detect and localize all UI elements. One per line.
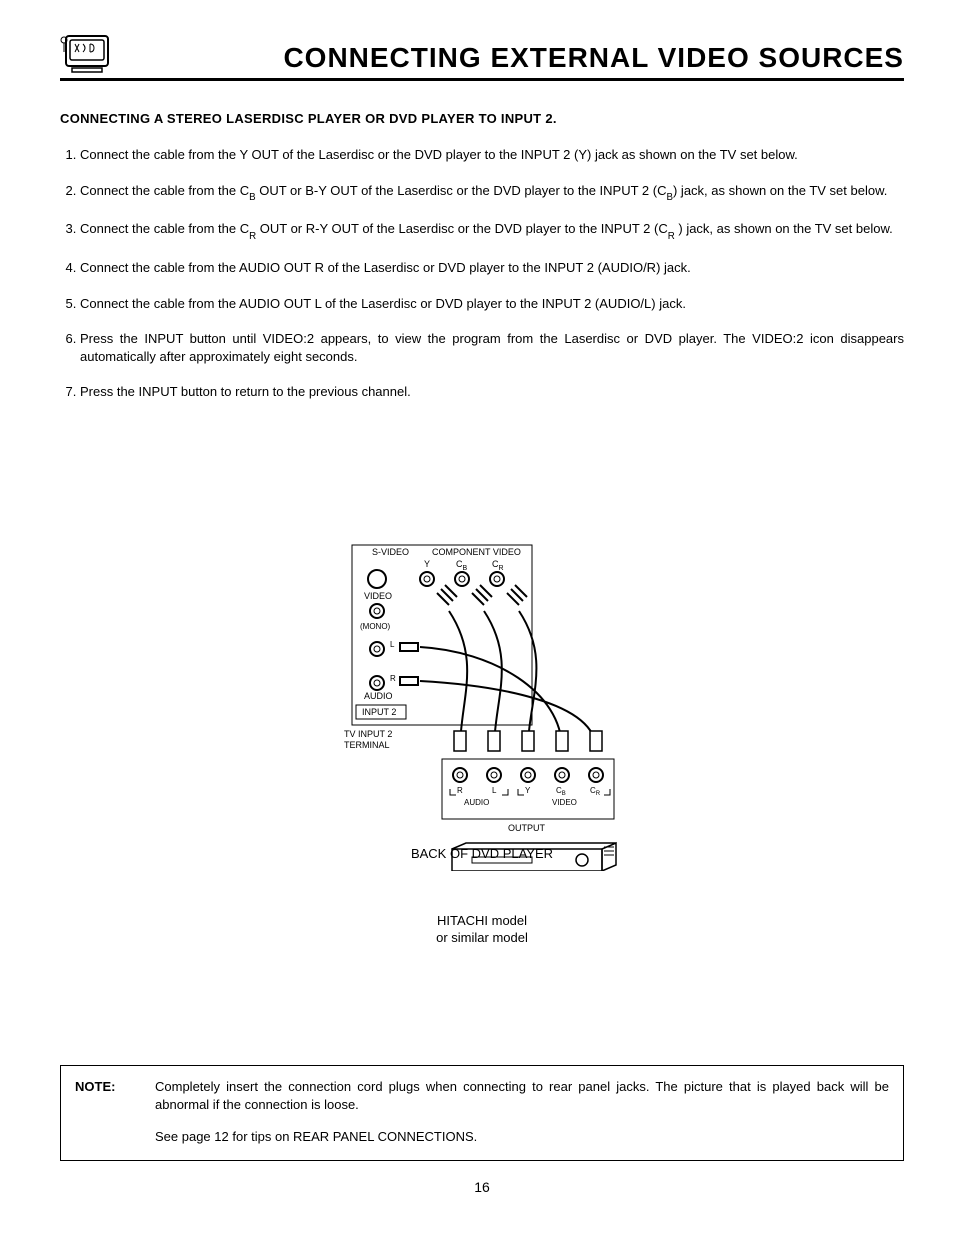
step-4: Connect the cable from the AUDIO OUT R o… [80, 259, 904, 277]
step-text: ) jack, as shown on the TV set below. [673, 183, 887, 198]
svg-text:CB: CB [556, 786, 566, 797]
step-7: Press the INPUT button to return to the … [80, 383, 904, 401]
label-l: L [390, 640, 395, 649]
note-label: NOTE: [75, 1078, 155, 1114]
wiring-diagram-icon: S-VIDEO COMPONENT VIDEO Y CB CR VIDEO (M… [342, 541, 622, 871]
label-component: COMPONENT VIDEO [432, 547, 521, 557]
label-terminal: TV INPUT 2 [344, 729, 392, 739]
label-video: VIDEO [364, 591, 392, 601]
svg-text:CB: CB [456, 559, 468, 572]
model-line-2: or similar model [342, 930, 622, 945]
connection-diagram: S-VIDEO COMPONENT VIDEO Y CB CR VIDEO (M… [342, 541, 622, 945]
note-text-2: See page 12 for tips on REAR PANEL CONNE… [155, 1128, 889, 1146]
step-text: Connect the cable from the AUDIO OUT R o… [80, 260, 691, 275]
step-1: Connect the cable from the Y OUT of the … [80, 146, 904, 164]
label-audio: AUDIO [364, 691, 393, 701]
page-title: CONNECTING EXTERNAL VIDEO SOURCES [112, 42, 904, 74]
tv-logo-icon [60, 30, 112, 74]
svg-text:AUDIO: AUDIO [464, 798, 489, 807]
label-svideo: S-VIDEO [372, 547, 409, 557]
model-line-1: HITACHI model [342, 913, 622, 928]
subscript: B [249, 192, 256, 203]
svg-text:CR: CR [590, 786, 601, 797]
step-text: Press the INPUT button until VIDEO:2 app… [80, 331, 904, 364]
step-6: Press the INPUT button until VIDEO:2 app… [80, 330, 904, 365]
step-text: OUT or R-Y OUT of the Laserdisc or the D… [256, 221, 668, 236]
subscript: R [668, 231, 675, 242]
svg-text:CR: CR [492, 559, 504, 572]
note-text-1: Completely insert the connection cord pl… [155, 1078, 889, 1114]
page-number: 16 [60, 1179, 904, 1195]
svg-text:R: R [457, 786, 463, 795]
label-y: Y [424, 559, 430, 569]
svg-text:TERMINAL: TERMINAL [344, 740, 390, 750]
step-text: Press the INPUT button to return to the … [80, 384, 411, 399]
step-text: Connect the cable from the Y OUT of the … [80, 147, 798, 162]
step-5: Connect the cable from the AUDIO OUT L o… [80, 295, 904, 313]
step-text: Connect the cable from the AUDIO OUT L o… [80, 296, 686, 311]
svg-text:L: L [492, 786, 497, 795]
label-mono: (MONO) [360, 622, 391, 631]
label-input2: INPUT 2 [362, 707, 396, 717]
step-text: Connect the cable from the C [80, 183, 249, 198]
svg-text:Y: Y [525, 786, 531, 795]
steps-list: Connect the cable from the Y OUT of the … [60, 146, 904, 401]
step-text: OUT or B-Y OUT of the Laserdisc or the D… [256, 183, 667, 198]
svg-text:OUTPUT: OUTPUT [508, 823, 546, 833]
svg-text:VIDEO: VIDEO [552, 798, 577, 807]
step-2: Connect the cable from the CB OUT or B-Y… [80, 182, 904, 203]
subscript: R [249, 231, 256, 242]
page-header: CONNECTING EXTERNAL VIDEO SOURCES [60, 30, 904, 81]
subscript: B [666, 192, 673, 203]
step-3: Connect the cable from the CR OUT or R-Y… [80, 220, 904, 241]
step-text: ) jack, as shown on the TV set below. [675, 221, 893, 236]
label-r: R [390, 674, 396, 683]
note-box: NOTE: Completely insert the connection c… [60, 1065, 904, 1162]
section-title: CONNECTING A STEREO LASERDISC PLAYER OR … [60, 111, 904, 126]
step-text: Connect the cable from the C [80, 221, 249, 236]
